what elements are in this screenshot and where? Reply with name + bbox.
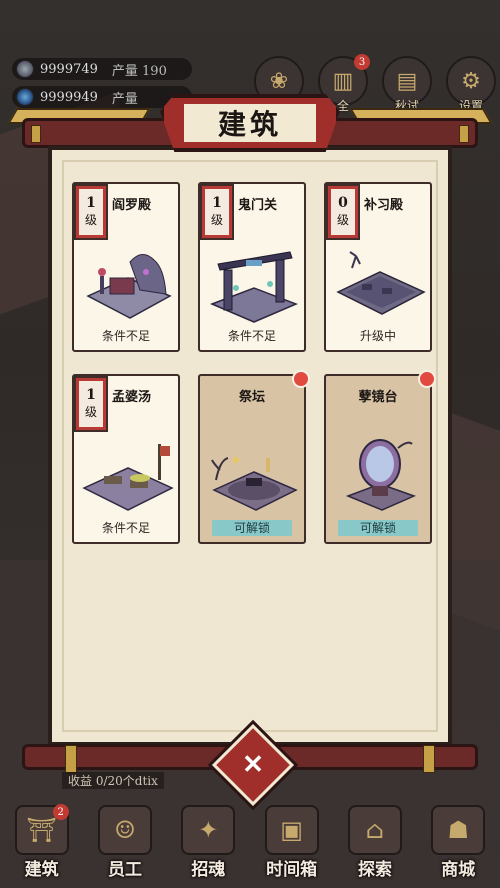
nav-label: 探索	[357, 860, 392, 880]
level-tag: 0级	[326, 184, 360, 240]
resource-production: 产量	[111, 91, 138, 107]
nav-shop[interactable]: ☗ 商城	[423, 804, 493, 880]
level-number: 0	[338, 195, 348, 211]
level-tag: 1级	[74, 376, 108, 432]
nav-summon[interactable]: ✦ 招魂	[173, 804, 243, 880]
resource-amount: 9999749	[40, 61, 98, 77]
building-grid: 1级 阎罗殿 条件不足 1级 鬼门关 条件不足 0 级 补习殿 升级中 1 级 …	[72, 182, 436, 544]
gear-icon[interactable]: ⚙ 设置	[446, 56, 496, 113]
shop-icon: ☗	[431, 805, 486, 855]
level-number: 1	[86, 387, 96, 403]
mirror-platform-image	[345, 439, 417, 511]
level-unit: 级	[84, 213, 97, 227]
hall-building-image	[86, 254, 172, 319]
chest-icon: ▣	[264, 805, 319, 855]
resource-production: 产量 190	[111, 63, 167, 79]
unlock-button[interactable]: 可解锁	[212, 520, 292, 536]
building-name: 鬼门关	[238, 198, 278, 213]
building-card[interactable]: 1级 阎罗殿 条件不足	[72, 182, 180, 352]
nav-label: 商城	[441, 860, 476, 880]
bottom-nav: 2 ⛩ 建筑 ☺ 员工 ✦ 招魂 ▣ 时间箱 ⌂ 探索 ☗ 商城	[0, 796, 500, 888]
building-name: 补习殿	[364, 198, 404, 213]
building-name: 祭坛	[238, 390, 265, 405]
nav-label: 招魂	[191, 860, 226, 880]
building-card[interactable]: 祭坛 可解锁	[198, 370, 310, 544]
gate-building-image	[210, 251, 298, 323]
nav-label: 时间箱	[266, 860, 318, 880]
building-name: 孟婆汤	[112, 390, 152, 405]
tutoring-hall-image	[336, 251, 426, 315]
notification-badge: 3	[354, 54, 370, 70]
gem-icon	[16, 88, 34, 106]
level-tag: 1级	[200, 184, 234, 240]
notification-badge: 2	[52, 804, 69, 820]
building-name: 孽镜台	[358, 390, 398, 405]
nav-building[interactable]: 2 ⛩ 建筑	[7, 804, 77, 880]
staff-icon: ☺	[97, 805, 152, 855]
resource-bar-1: 9999749 产量 190	[12, 58, 192, 80]
level-tag: 1级	[74, 184, 108, 240]
building-status: 升级中	[359, 329, 396, 343]
close-icon: ✕	[242, 750, 264, 780]
resource-amount: 9999949	[40, 89, 98, 105]
building-status: 条件不足	[101, 521, 150, 535]
nav-timebox[interactable]: ▣ 时间箱	[257, 804, 327, 880]
summon-icon: ✦	[181, 805, 236, 855]
level-unit: 级	[336, 213, 349, 227]
building-status: 条件不足	[227, 329, 276, 343]
nav-staff[interactable]: ☺ 员工	[90, 804, 160, 880]
info-line: 收益 0/20个dtix	[62, 772, 164, 789]
panel-title: 建筑	[184, 104, 316, 142]
unlock-button[interactable]: 可解锁	[338, 520, 418, 536]
nav-explore[interactable]: ⌂ 探索	[340, 804, 410, 880]
nav-label: 建筑	[24, 860, 59, 880]
resource-bar-2: 9999949 产量	[12, 86, 192, 108]
coin-icon	[16, 60, 34, 78]
level-unit: 级	[84, 405, 97, 419]
building-card[interactable]: 1级 孟婆汤 条件不足	[72, 374, 180, 544]
gate-icon: ⌂	[347, 805, 402, 855]
soup-stall-image	[82, 444, 174, 511]
nav-label: 员工	[107, 860, 142, 880]
building-card[interactable]: 0级 补习殿 升级中	[324, 182, 432, 352]
altar-building-image	[211, 457, 298, 511]
level-number: 1	[86, 195, 96, 211]
scroll-icon[interactable]: ▤ 秋试	[382, 56, 432, 113]
building-card[interactable]: 1级 鬼门关 条件不足	[198, 182, 306, 352]
level-number: 1	[212, 195, 222, 211]
building-name: 阎罗殿	[112, 198, 152, 213]
building-status: 条件不足	[101, 329, 150, 343]
panel-title-plate: 建筑	[160, 94, 340, 152]
building-card[interactable]: 孽镜台 可解锁	[324, 370, 436, 544]
level-unit: 级	[210, 213, 223, 227]
